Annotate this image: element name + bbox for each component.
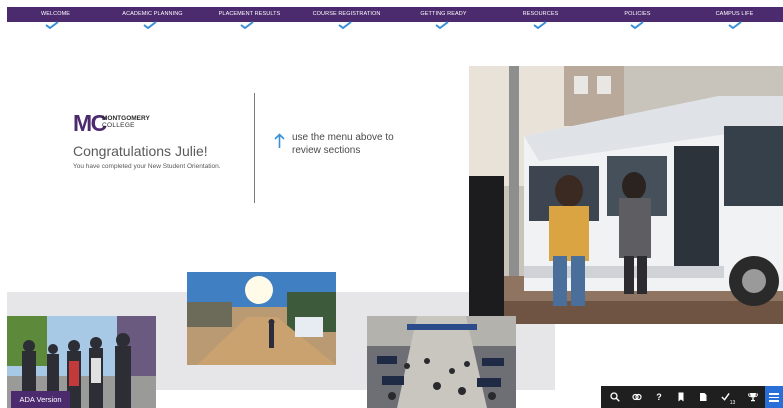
checklist-count: 13 (729, 400, 736, 406)
nav-item-academic-planning[interactable]: ACADEMIC PLANNING (104, 7, 201, 22)
top-nav: WELCOME ACADEMIC PLANNING PLACEMENT RESU… (7, 7, 783, 22)
campus-photo (187, 272, 336, 365)
bus-photo (469, 66, 783, 324)
notes-icon[interactable] (693, 386, 713, 408)
checkmark-icon (338, 21, 352, 29)
nav-item-course-registration[interactable]: COURSE REGISTRATION (298, 7, 395, 22)
nav-item-campus-life[interactable]: CAMPUS LIFE (686, 7, 783, 22)
completion-message: You have completed your New Student Orie… (73, 163, 221, 170)
link-icon[interactable] (627, 386, 647, 408)
checklist-icon[interactable]: 13 (715, 386, 741, 408)
nav-item-getting-ready[interactable]: GETTING READY (395, 7, 492, 22)
logo-line1: MONTGOMERY (102, 115, 150, 122)
nav-item-placement-results[interactable]: PLACEMENT RESULTS (201, 7, 298, 22)
checkmark-icon (630, 21, 644, 29)
checkmark-icon (728, 21, 742, 29)
checkmark-icon (45, 21, 59, 29)
checkmark-icon (143, 21, 157, 29)
nav-item-policies[interactable]: POLICIES (589, 7, 686, 22)
arrow-up-icon (274, 133, 285, 148)
page-title: Congratulations Julie! (73, 143, 208, 159)
menu-icon[interactable] (765, 386, 783, 408)
divider (254, 93, 255, 203)
ada-version-button[interactable]: ADA Version (11, 391, 70, 408)
nav-item-resources[interactable]: RESOURCES (492, 7, 589, 22)
search-icon[interactable] (605, 386, 625, 408)
logo-line2: COLLEGE (102, 122, 135, 129)
checkmark-icon (240, 21, 254, 29)
trophy-icon[interactable] (743, 386, 763, 408)
tools-toolbar: ? 13 (601, 386, 783, 408)
help-icon[interactable]: ? (649, 386, 669, 408)
logo-mark: MC (73, 110, 107, 136)
checkmark-icon (533, 21, 547, 29)
bookmark-icon[interactable] (671, 386, 691, 408)
logo-text: MONTGOMERY COLLEGE (102, 115, 150, 129)
nav-item-welcome[interactable]: WELCOME (7, 7, 104, 22)
menu-hint: use the menu above to review sections (292, 132, 394, 156)
checkmark-icon (435, 21, 449, 29)
student-center-photo (367, 316, 516, 408)
